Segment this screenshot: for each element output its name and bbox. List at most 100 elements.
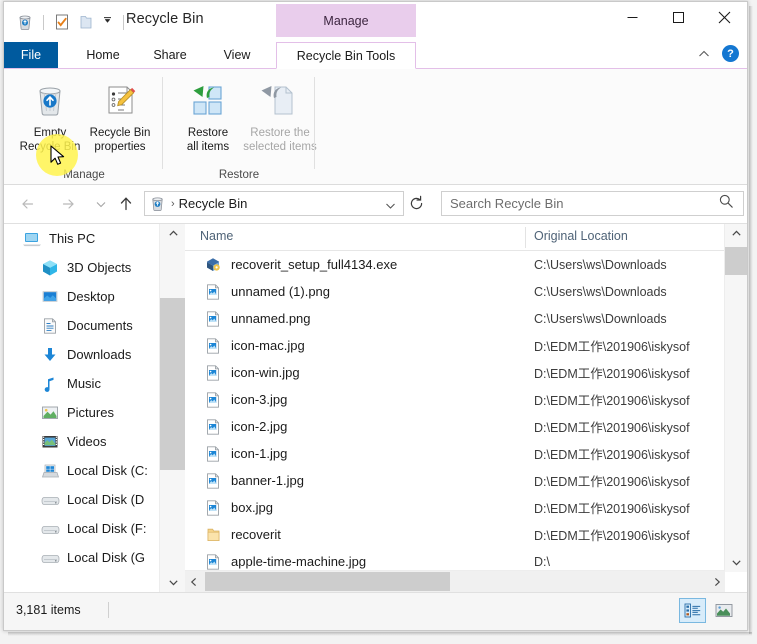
sidebar-item-music[interactable]: Music (4, 369, 159, 398)
address-recycle-bin-icon (149, 195, 166, 212)
recycle-bin-properties-button[interactable]: Recycle Bin properties (78, 75, 162, 167)
title-bar: Recycle Bin Manage (4, 2, 747, 42)
table-row[interactable]: unnamed.png C:\Users\ws\Downloads (185, 305, 747, 332)
folder-icon[interactable] (77, 13, 95, 31)
search-box[interactable]: Search Recycle Bin (441, 191, 744, 216)
close-button[interactable] (701, 2, 747, 33)
address-dropdown-icon[interactable] (384, 199, 397, 217)
column-headers: Name Original Location (185, 224, 747, 251)
file-location: D:\EDM工作\201906\iskysof (534, 448, 690, 462)
file-list-vertical-scrollbar[interactable] (724, 224, 747, 572)
file-location: C:\Users\ws\Downloads (534, 257, 667, 272)
tab-recycle-bin-tools[interactable]: Recycle Bin Tools (276, 42, 416, 69)
window-shadow-bottom (8, 632, 752, 636)
search-input[interactable]: Search Recycle Bin (450, 196, 563, 211)
file-scroll-left-button[interactable] (185, 571, 202, 592)
sidebar-item-local-disk-d[interactable]: Local Disk (D (4, 485, 159, 514)
back-button[interactable] (18, 194, 40, 214)
table-row[interactable]: apple-time-machine.jpg D:\ (185, 548, 747, 571)
file-scroll-right-button[interactable] (708, 571, 725, 592)
sidebar-item-documents[interactable]: Documents (4, 311, 159, 340)
ribbon-group-manage-label: Manage (63, 169, 105, 181)
ribbon-group-manage: Empty Recycle Bin Recycle Bin properties… (4, 69, 164, 184)
file-scroll-up-button[interactable] (725, 224, 747, 243)
horizontal-scrollbar-thumb[interactable] (205, 572, 450, 591)
restore-selected-items-button: Restore the selected items (230, 75, 330, 167)
table-row[interactable]: icon-3.jpg D:\EDM工作\201906\iskysof (185, 386, 747, 413)
sidebar-item-pictures[interactable]: Pictures (4, 398, 159, 427)
sidebar-item-3d-objects[interactable]: 3D Objects (4, 253, 159, 282)
quick-access-toolbar (16, 10, 127, 34)
table-row[interactable]: unnamed (1).png C:\Users\ws\Downloads (185, 278, 747, 305)
image-icon (203, 471, 222, 490)
table-row[interactable]: recoverit D:\EDM工作\201906\iskysof (185, 521, 747, 548)
ribbon-tabstrip: File Home Share View Recycle Bin Tools ? (4, 42, 747, 69)
sidebar-item-local-disk-g[interactable]: Local Disk (G (4, 543, 159, 572)
sidebar-label: Local Disk (G (67, 550, 146, 565)
refresh-button[interactable] (408, 195, 425, 217)
nav-scroll-up-button[interactable] (160, 224, 186, 243)
qat-divider-2 (123, 14, 124, 30)
sidebar-label: Local Disk (D (67, 492, 145, 507)
forward-button[interactable] (56, 194, 78, 214)
table-row[interactable]: icon-win.jpg D:\EDM工作\201906\iskysof (185, 359, 747, 386)
file-name: banner-1.jpg (231, 473, 304, 488)
details-view-button[interactable] (679, 598, 706, 623)
windows-drive-icon (40, 462, 60, 480)
tab-file[interactable]: File (4, 42, 58, 68)
maximize-button[interactable] (655, 2, 701, 33)
search-icon[interactable] (718, 193, 734, 214)
table-row[interactable]: recoverit_setup_full4134.exe C:\Users\ws… (185, 251, 747, 278)
drive-icon (40, 520, 60, 538)
image-icon (203, 363, 222, 382)
ribbon-right-controls: ? (696, 45, 739, 62)
column-divider[interactable] (525, 227, 526, 248)
recycle-bin-properties-icon (100, 75, 140, 125)
table-row[interactable]: banner-1.jpg D:\EDM工作\201906\iskysof (185, 467, 747, 494)
navigation-pane-scrollbar[interactable] (159, 224, 186, 592)
customize-dropdown-icon[interactable] (101, 13, 114, 31)
table-row[interactable]: icon-1.jpg D:\EDM工作\201906\iskysof (185, 440, 747, 467)
window-title: Recycle Bin (126, 11, 204, 27)
address-bar[interactable]: › Recycle Bin (144, 191, 404, 216)
sidebar-item-local-disk-f[interactable]: Local Disk (F: (4, 514, 159, 543)
chevron-up-icon[interactable] (696, 46, 712, 62)
file-rows: recoverit_setup_full4134.exe C:\Users\ws… (185, 251, 747, 571)
restore-all-label-2: all items (186, 140, 230, 153)
nav-scroll-down-button[interactable] (160, 573, 186, 592)
up-button[interactable] (115, 194, 137, 214)
sidebar-item-local-disk-c[interactable]: Local Disk (C: (4, 456, 159, 485)
status-bar: 3,181 items (4, 592, 747, 630)
sidebar-item-this-pc[interactable]: This PC (4, 224, 159, 253)
breadcrumb-recycle-bin[interactable]: Recycle Bin (179, 196, 248, 211)
large-icons-view-button[interactable] (710, 598, 737, 623)
sidebar-label: 3D Objects (67, 260, 132, 275)
properties-icon[interactable] (53, 13, 71, 31)
file-scrollbar-thumb[interactable] (725, 247, 747, 275)
recent-locations-button[interactable] (90, 194, 112, 214)
sidebar-item-downloads[interactable]: Downloads (4, 340, 159, 369)
tab-view[interactable]: View (209, 42, 265, 68)
minimize-button[interactable] (609, 2, 655, 33)
column-header-name[interactable]: Name (200, 229, 233, 243)
breadcrumb-separator: › (171, 197, 175, 210)
file-list-horizontal-scrollbar[interactable] (185, 570, 725, 592)
restore-selected-icon (260, 75, 300, 125)
tab-home[interactable]: Home (74, 42, 132, 68)
file-name: unnamed.png (231, 311, 311, 326)
sidebar-item-videos[interactable]: Videos (4, 427, 159, 456)
file-scroll-down-button[interactable] (725, 553, 747, 572)
recycle-bin-icon[interactable] (16, 13, 34, 31)
nav-scrollbar-thumb[interactable] (160, 298, 186, 470)
table-row[interactable]: icon-2.jpg D:\EDM工作\201906\iskysof (185, 413, 747, 440)
sidebar-label: Music (67, 376, 101, 391)
restore-selected-label-2: selected items (243, 140, 317, 153)
tab-share[interactable]: Share (141, 42, 199, 68)
table-row[interactable]: box.jpg D:\EDM工作\201906\iskysof (185, 494, 747, 521)
sidebar-item-desktop[interactable]: Desktop (4, 282, 159, 311)
help-icon[interactable]: ? (722, 45, 739, 62)
sidebar-label: Local Disk (C: (67, 463, 148, 478)
column-header-original-location[interactable]: Original Location (534, 229, 628, 243)
table-row[interactable]: icon-mac.jpg D:\EDM工作\201906\iskysof (185, 332, 747, 359)
this-pc-icon (22, 230, 42, 248)
